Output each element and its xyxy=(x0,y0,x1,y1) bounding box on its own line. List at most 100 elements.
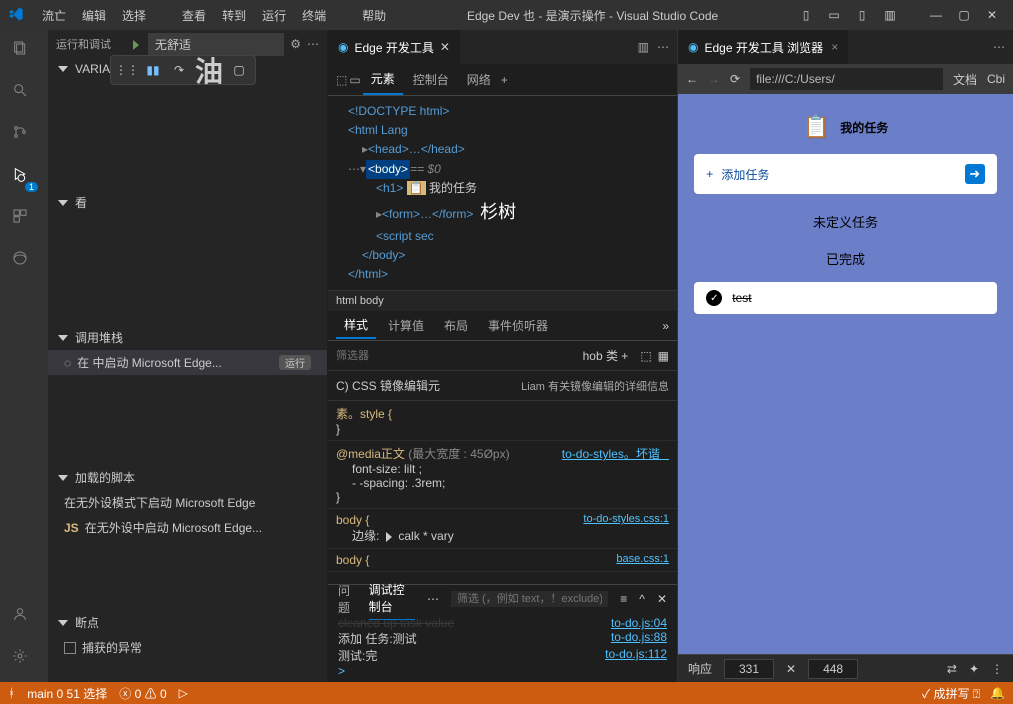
bell-icon[interactable]: 🔔 xyxy=(990,686,1005,700)
chevron-up-icon[interactable]: ^ xyxy=(639,592,645,606)
clear-icon[interactable]: ≡ xyxy=(620,592,627,606)
edge-icon[interactable] xyxy=(12,250,36,274)
vscode-logo-icon xyxy=(8,6,26,24)
errors-label[interactable]: ⓧ 0 ⚠ 0 xyxy=(119,685,166,702)
tab-elements[interactable]: 元素 xyxy=(363,64,403,95)
rotate-icon[interactable]: ⇄ xyxy=(947,662,957,676)
check-icon[interactable]: ✓ xyxy=(706,290,722,306)
search-icon[interactable] xyxy=(12,82,36,106)
watch-section[interactable]: 看 xyxy=(48,190,327,215)
dom-tree[interactable]: <!DOCTYPE html> <html Lang ▸<head>…</hea… xyxy=(328,96,677,290)
menu-select[interactable]: 选择 xyxy=(116,3,152,28)
preview-tab[interactable]: ◉ Edge 开发工具 浏览器 × xyxy=(678,30,849,64)
hov-toggle[interactable]: hob 类 + xyxy=(577,345,635,366)
tab-network[interactable]: 网络 xyxy=(459,65,499,94)
gear-icon[interactable]: ⚙ xyxy=(290,37,301,51)
pause-icon[interactable]: ▮▮ xyxy=(143,60,163,80)
layout-grid-icon[interactable]: ▥ xyxy=(877,5,903,25)
layout-right-icon[interactable]: ▯ xyxy=(849,5,875,25)
screencast-icon[interactable]: ▢ xyxy=(229,60,249,80)
add-tab-icon[interactable]: + xyxy=(501,73,508,87)
scripts-section[interactable]: 加载的脚本 xyxy=(48,465,327,490)
branch-label[interactable]: main 0 51 选择 xyxy=(27,685,107,702)
script-item[interactable]: 在无外设模式下启动 Microsoft Edge xyxy=(48,490,327,515)
undef-label: 未定义任务 xyxy=(813,212,878,231)
maximize-icon[interactable]: ▢ xyxy=(951,5,977,25)
styles-filter-input[interactable] xyxy=(336,350,478,362)
more-icon[interactable]: ⋯ xyxy=(307,37,319,51)
edge-icon: ◉ xyxy=(338,40,348,54)
device-toolbar: 响应 ✕ ⇄ ✦ ⋮ xyxy=(678,654,1013,682)
build-status[interactable]: ✓ 成拼写 ⍰ xyxy=(922,685,980,702)
status-bar: ᚼ main 0 51 选择 ⓧ 0 ⚠ 0 ▷ ✓ 成拼写 ⍰ 🔔 xyxy=(0,682,1013,704)
explorer-icon[interactable] xyxy=(12,40,36,64)
menu-edit[interactable]: 编辑 xyxy=(76,3,112,28)
inspect-icon[interactable]: ⬚ xyxy=(336,73,347,87)
more-icon[interactable]: ⋯ xyxy=(993,40,1005,54)
close-icon[interactable]: ✕ xyxy=(657,592,667,606)
tab-console[interactable]: 控制台 xyxy=(405,65,457,94)
menu-terminal[interactable]: 终端 xyxy=(296,3,332,28)
settings-icon[interactable] xyxy=(12,648,36,672)
split-icon[interactable]: ▥ xyxy=(638,40,649,54)
drag-handle-icon[interactable]: ⋮⋮ xyxy=(117,60,137,80)
submit-icon[interactable]: ➜ xyxy=(965,164,985,184)
callstack-item[interactable]: ◌ 在 中启动 Microsoft Edge... 运行 xyxy=(48,350,327,375)
more-icon[interactable]: ⋯ xyxy=(427,592,439,606)
height-input[interactable] xyxy=(808,659,858,679)
close-icon[interactable]: ✕ xyxy=(979,5,1005,25)
console-output: cleaned up task valueto-do.js:04 添加 任务:测… xyxy=(328,612,677,682)
menu-help[interactable]: 帮助 xyxy=(356,3,392,28)
close-icon[interactable]: × xyxy=(831,40,838,54)
width-input[interactable] xyxy=(724,659,774,679)
branch-icon[interactable]: ᚼ xyxy=(8,686,15,700)
dom-breadcrumb[interactable]: html body xyxy=(328,290,677,311)
menu-view[interactable]: 查看 xyxy=(176,3,212,28)
add-task-input[interactable]: + 添加任务 ➜ xyxy=(694,154,996,194)
more-icon[interactable]: ⋮ xyxy=(991,662,1003,676)
done-task-item[interactable]: ✓ test xyxy=(694,282,996,314)
play-icon[interactable] xyxy=(133,37,142,51)
menu-file[interactable]: 流亡 xyxy=(36,3,72,28)
menu-go[interactable]: 转到 xyxy=(216,3,252,28)
docs-link[interactable]: 文档 xyxy=(953,71,977,88)
breakpoints-section[interactable]: 断点 xyxy=(48,610,327,635)
debug-indicator-icon[interactable]: ▷ xyxy=(179,686,188,700)
script-item[interactable]: JS在无外设中启动 Microsoft Edge... xyxy=(48,515,327,540)
tab-styles[interactable]: 样式 xyxy=(336,312,376,339)
wand-icon[interactable]: ✦ xyxy=(969,662,979,676)
layout-left-icon[interactable]: ▯ xyxy=(793,5,819,25)
callstack-section[interactable]: 调用堆栈 xyxy=(48,325,327,350)
device-icon[interactable]: ▭ xyxy=(349,73,360,87)
run-debug-icon[interactable]: 1 xyxy=(12,166,36,190)
responsive-select[interactable]: 响应 xyxy=(688,660,712,677)
sidebar-title: 运行和调试 xyxy=(56,36,111,52)
url-input[interactable]: file:///C:/Users/ xyxy=(750,68,943,90)
menu-run[interactable]: 运行 xyxy=(256,3,292,28)
checkbox-icon[interactable] xyxy=(64,642,76,654)
new-style-icon[interactable]: ▦ xyxy=(658,349,669,363)
devtools-tab[interactable]: ◉ Edge 开发工具 ✕ xyxy=(328,30,461,64)
layout-bottom-icon[interactable]: ▭ xyxy=(821,5,847,25)
back-icon[interactable]: ← xyxy=(686,72,698,86)
loading-icon: ◌ xyxy=(64,356,71,370)
css-mirror-info[interactable]: Liam 有关镜像编辑的详细信息 xyxy=(521,378,669,394)
close-icon[interactable]: ✕ xyxy=(440,40,450,54)
console-prompt[interactable]: > xyxy=(338,664,667,678)
extensions-icon[interactable] xyxy=(12,208,36,232)
forward-icon[interactable]: → xyxy=(708,72,720,86)
account-icon[interactable] xyxy=(12,606,36,630)
edge-icon: ◉ xyxy=(688,40,698,54)
tab-layout[interactable]: 布局 xyxy=(436,313,476,338)
source-control-icon[interactable] xyxy=(12,124,36,148)
reload-icon[interactable]: ⟳ xyxy=(730,72,740,86)
console-filter-input[interactable] xyxy=(451,591,608,607)
more-icon[interactable]: ⋯ xyxy=(657,40,669,54)
pin-icon[interactable]: ⬚ xyxy=(640,349,651,363)
minimize-icon[interactable]: — xyxy=(923,5,949,25)
tab-listeners[interactable]: 事件侦听器 xyxy=(480,313,556,338)
step-over-icon[interactable]: ↷ xyxy=(169,60,189,80)
bp-caught[interactable]: 捕获的异常 xyxy=(48,635,327,660)
tab-computed[interactable]: 计算值 xyxy=(380,313,432,338)
more-icon[interactable]: » xyxy=(662,319,669,333)
